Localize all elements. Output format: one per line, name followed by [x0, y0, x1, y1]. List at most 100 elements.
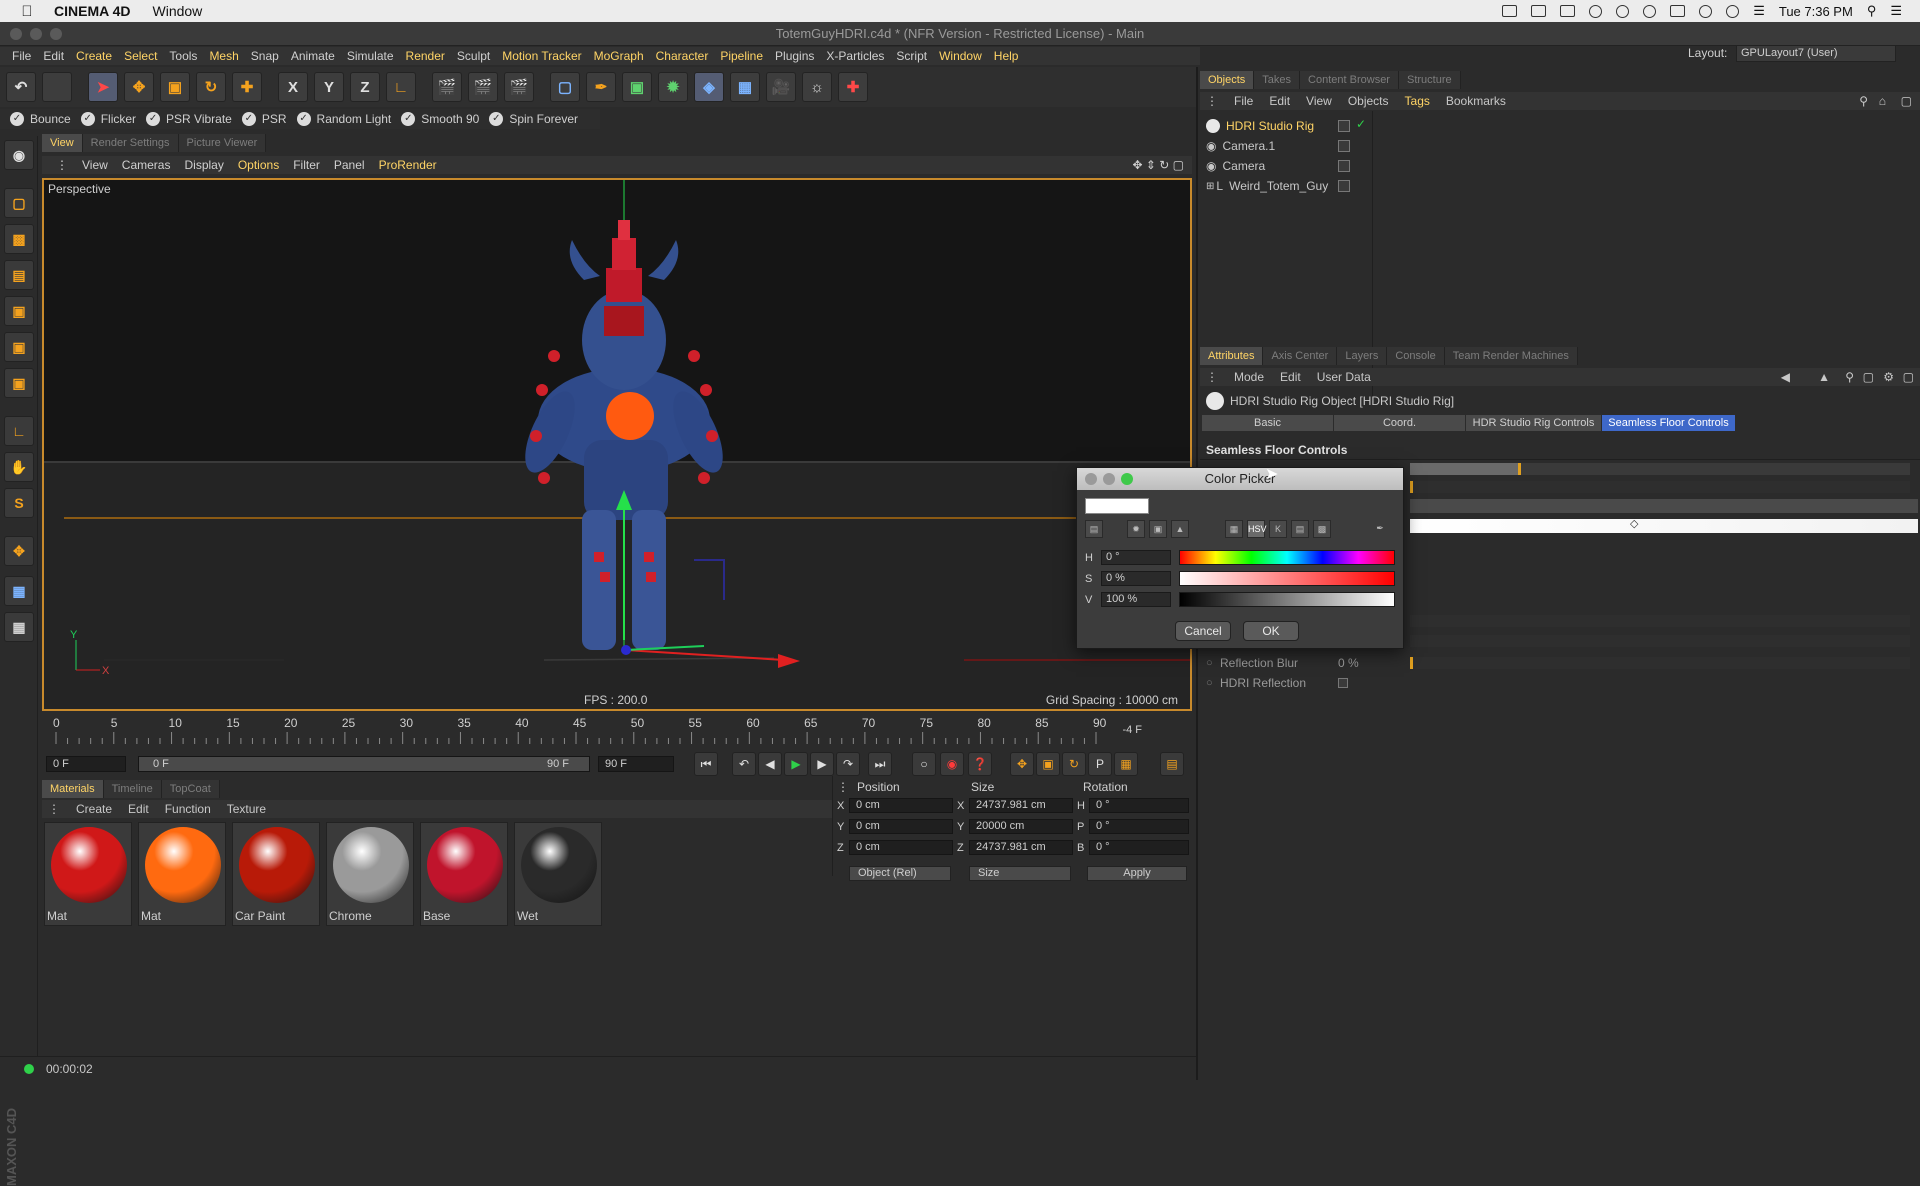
- expand-icon[interactable]: ⊞: [1206, 181, 1214, 192]
- tab-render-settings[interactable]: Render Settings: [82, 134, 179, 152]
- subdivision-icon[interactable]: ▣: [622, 72, 652, 102]
- previous-frame-icon[interactable]: ◀: [758, 752, 782, 776]
- workplane-mode-icon[interactable]: ▤: [4, 260, 34, 290]
- preset-psr[interactable]: ✓ PSR: [241, 112, 287, 126]
- coordinate-system-icon[interactable]: ∟: [386, 72, 416, 102]
- plus-icon[interactable]: [1670, 5, 1686, 17]
- lock-icon[interactable]: ▢: [1863, 370, 1874, 384]
- material-thumbnail[interactable]: Chrome: [326, 822, 414, 926]
- floor-slider-4[interactable]: [1410, 635, 1910, 647]
- menu-help[interactable]: Help: [994, 49, 1019, 63]
- timeline-ruler[interactable]: -4 F 0 5 10 15 20 25 30 35 40 45 50 55 60 65 70 75 80 85 9…: [42, 714, 1192, 750]
- previous-key-icon[interactable]: ↶: [732, 752, 756, 776]
- menu-file[interactable]: File: [12, 49, 31, 63]
- tags-icon[interactable]: ✚: [838, 72, 868, 102]
- floor-icon[interactable]: ▦: [730, 72, 760, 102]
- image-icon[interactable]: ▲: [1171, 520, 1189, 538]
- display-icon[interactable]: [1531, 5, 1547, 17]
- preset-bounce[interactable]: ✓ Bounce: [10, 112, 71, 126]
- menu-plugins[interactable]: Plugins: [775, 49, 814, 63]
- notification-center-icon[interactable]: ☰: [1890, 3, 1902, 19]
- frame-range-slider[interactable]: 0 F 90 F: [138, 756, 590, 772]
- cloner-icon[interactable]: ✹: [658, 72, 688, 102]
- viewport-menu-cameras[interactable]: Cameras: [122, 158, 171, 172]
- attr-tab-seamless-floor-controls[interactable]: Seamless Floor Controls: [1602, 415, 1736, 431]
- wifi-icon[interactable]: ☰: [1753, 3, 1765, 19]
- floor-dropdown[interactable]: [1410, 499, 1918, 513]
- search-icon[interactable]: ⚲: [1845, 370, 1854, 384]
- saturation-field[interactable]: 0 %: [1101, 571, 1171, 586]
- cancel-button[interactable]: Cancel: [1175, 621, 1231, 641]
- record-pla-icon[interactable]: ▦: [1114, 752, 1138, 776]
- menu-simulate[interactable]: Simulate: [347, 49, 394, 63]
- make-editable-icon[interactable]: ◉: [4, 140, 34, 170]
- select-tool-icon[interactable]: ➤: [88, 72, 118, 102]
- attr-menu-mode[interactable]: Mode: [1234, 370, 1264, 384]
- record-parameter-icon[interactable]: P: [1088, 752, 1112, 776]
- render-view-icon[interactable]: 🎬: [432, 72, 462, 102]
- objects-menu-file[interactable]: File: [1234, 94, 1253, 108]
- tab-timeline[interactable]: Timeline: [103, 780, 162, 798]
- start-frame-field[interactable]: 0 F: [46, 756, 126, 772]
- menu-select[interactable]: Select: [124, 49, 157, 63]
- menu-animate[interactable]: Animate: [291, 49, 335, 63]
- spectrum-icon[interactable]: ▣: [1149, 520, 1167, 538]
- hue-slider[interactable]: [1179, 550, 1395, 565]
- window-minimize-button[interactable]: [30, 28, 42, 40]
- window-zoom-button[interactable]: [50, 28, 62, 40]
- floor-slider-2[interactable]: [1410, 481, 1910, 493]
- tab-attributes[interactable]: Attributes: [1200, 347, 1264, 365]
- reflection-blur-value[interactable]: 0 %: [1338, 656, 1359, 670]
- viewport-menu-panel[interactable]: Panel: [334, 158, 365, 172]
- menu-sculpt[interactable]: Sculpt: [457, 49, 490, 63]
- color-wheel-icon[interactable]: ✹: [1127, 520, 1145, 538]
- material-thumbnail[interactable]: Mat: [138, 822, 226, 926]
- bluetooth-icon[interactable]: [1726, 4, 1740, 18]
- rot-p-field[interactable]: 0 °: [1089, 819, 1189, 834]
- points-mode-icon[interactable]: ▣: [4, 296, 34, 326]
- auto-key-icon[interactable]: ❓: [968, 752, 992, 776]
- rotate-tool-icon[interactable]: ↻: [196, 72, 226, 102]
- tab-console[interactable]: Console: [1387, 347, 1445, 365]
- dialog-minimize-button[interactable]: [1103, 473, 1115, 485]
- locked-workplane-icon[interactable]: ✥: [4, 536, 34, 566]
- viewport-menu-options[interactable]: Options: [238, 158, 279, 172]
- preset-spin-forever[interactable]: ✓ Spin Forever: [489, 112, 578, 126]
- mixer-icon[interactable]: ▤: [1291, 520, 1309, 538]
- objects-menu-tags[interactable]: Tags: [1405, 94, 1430, 108]
- record-keys-icon[interactable]: ○: [912, 752, 936, 776]
- rgb-mode-icon[interactable]: ▦: [1225, 520, 1243, 538]
- floor-slider-1-handle[interactable]: [1518, 463, 1521, 475]
- eyedropper-mode-icon[interactable]: ▤: [1085, 520, 1103, 538]
- y-axis-lock-button[interactable]: Y: [314, 72, 344, 102]
- viewport-nav-icons[interactable]: ✥ ⇕ ↻ ▢: [1132, 158, 1184, 172]
- undo-icon[interactable]: ↶: [6, 72, 36, 102]
- 3d-viewport[interactable]: Y X Perspective FPS : 200.0 Grid Spacing…: [42, 178, 1192, 711]
- go-to-start-icon[interactable]: ⏮: [694, 752, 718, 776]
- material-menu-texture[interactable]: Texture: [227, 802, 266, 816]
- menu-edit[interactable]: Edit: [43, 49, 64, 63]
- search-icon[interactable]: ⚲: [1859, 94, 1868, 108]
- object-row-weird-totem-guy[interactable]: ⊞ L Weird_Totem_Guy: [1206, 177, 1328, 195]
- attr-tab-hdr-studio-rig-controls[interactable]: HDR Studio Rig Controls: [1466, 415, 1602, 431]
- polygons-mode-icon[interactable]: ▣: [4, 368, 34, 398]
- tab-layers[interactable]: Layers: [1337, 347, 1388, 365]
- hsv-mode-button[interactable]: HSV: [1247, 520, 1267, 538]
- coord-mode-dropdown[interactable]: Object (Rel): [849, 866, 951, 881]
- layer-icon[interactable]: [1338, 160, 1350, 172]
- sync-icon[interactable]: [1699, 4, 1713, 18]
- menu-snap[interactable]: Snap: [251, 49, 279, 63]
- objects-menu-view[interactable]: View: [1306, 94, 1332, 108]
- viewport-menu-prorender[interactable]: ProRender: [379, 158, 437, 172]
- hdri-reflection-checkbox[interactable]: [1338, 678, 1348, 688]
- tab-team-render-machines[interactable]: Team Render Machines: [1444, 347, 1578, 365]
- size-x-field[interactable]: 24737.981 cm: [969, 798, 1073, 813]
- menu-mesh[interactable]: Mesh: [209, 49, 238, 63]
- pen-spline-icon[interactable]: ✒: [586, 72, 616, 102]
- screen-record-icon[interactable]: [1502, 5, 1518, 17]
- material-thumbnail[interactable]: Base: [420, 822, 508, 926]
- tab-takes[interactable]: Takes: [1254, 71, 1301, 89]
- pos-x-field[interactable]: 0 cm: [849, 798, 953, 813]
- creative-cloud-icon[interactable]: [1616, 4, 1630, 18]
- apple-menu-icon[interactable]: : [16, 3, 38, 20]
